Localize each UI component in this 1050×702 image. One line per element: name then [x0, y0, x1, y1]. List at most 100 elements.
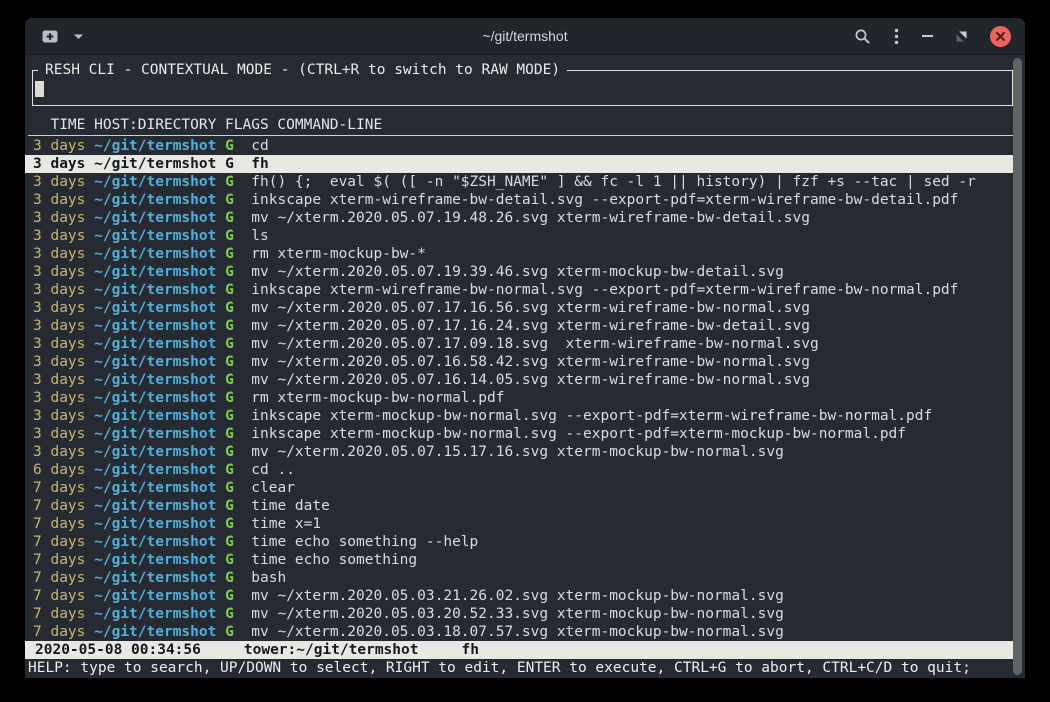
row-time: 7 days: [33, 570, 85, 586]
row-directory: ~/git/termshot: [94, 624, 216, 640]
history-row[interactable]: 3 days ~/git/termshot G mv ~/xterm.2020.…: [25, 371, 1013, 389]
row-directory: ~/git/termshot: [94, 606, 216, 622]
row-directory: ~/git/termshot: [94, 462, 216, 478]
status-datetime: 2020-05-08 00:34:56: [35, 642, 201, 658]
row-flags: G: [225, 480, 234, 496]
history-row[interactable]: 7 days ~/git/termshot G mv ~/xterm.2020.…: [25, 623, 1013, 641]
row-directory: ~/git/termshot: [94, 264, 216, 280]
row-command: mv ~/xterm.2020.05.07.17.09.18.svg xterm…: [251, 336, 818, 352]
row-directory: ~/git/termshot: [94, 498, 216, 514]
row-command: fh: [251, 156, 268, 172]
search-panel-title: RESH CLI - CONTEXTUAL MODE - (CTRL+R to …: [38, 61, 567, 79]
row-time: 6 days: [33, 462, 85, 478]
row-flags: G: [225, 210, 234, 226]
row-directory: ~/git/termshot: [94, 210, 216, 226]
row-directory: ~/git/termshot: [94, 390, 216, 406]
minimize-button[interactable]: [922, 34, 933, 38]
history-row[interactable]: 3 days ~/git/termshot G inkscape xterm-m…: [25, 425, 1013, 443]
history-row[interactable]: 3 days ~/git/termshot G mv ~/xterm.2020.…: [25, 353, 1013, 371]
history-row[interactable]: 3 days ~/git/termshot G inkscape xterm-m…: [25, 407, 1013, 425]
status-query: fh: [461, 642, 478, 658]
text-cursor: [35, 81, 44, 97]
history-row[interactable]: 3 days ~/git/termshot G rm xterm-mockup-…: [25, 389, 1013, 407]
close-button[interactable]: [990, 26, 1011, 47]
status-host-directory: tower:~/git/termshot: [244, 642, 419, 658]
terminal-window: ~/git/termshot: [25, 18, 1025, 678]
history-row[interactable]: 3 days ~/git/termshot G mv ~/xterm.2020.…: [25, 209, 1013, 227]
scrollbar[interactable]: [1013, 58, 1022, 675]
row-directory: ~/git/termshot: [94, 156, 216, 172]
chevron-down-icon[interactable]: [73, 33, 84, 40]
row-command: inkscape xterm-mockup-bw-normal.svg --ex…: [251, 408, 932, 424]
row-flags: G: [225, 516, 234, 532]
menu-kebab-icon[interactable]: [894, 28, 899, 45]
history-row[interactable]: 3 days ~/git/termshot G mv ~/xterm.2020.…: [25, 443, 1013, 461]
row-flags: G: [225, 444, 234, 460]
history-row[interactable]: 7 days ~/git/termshot G bash: [25, 569, 1013, 587]
history-row[interactable]: 3 days ~/git/termshot G fh: [25, 155, 1013, 173]
row-time: 3 days: [33, 408, 85, 424]
row-time: 7 days: [33, 498, 85, 514]
search-input[interactable]: [33, 79, 1012, 105]
history-row[interactable]: 3 days ~/git/termshot G inkscape xterm-w…: [25, 191, 1013, 209]
help-bar: HELP: type to search, UP/DOWN to select,…: [25, 659, 1013, 677]
history-row[interactable]: 3 days ~/git/termshot G inkscape xterm-w…: [25, 281, 1013, 299]
row-command: inkscape xterm-mockup-bw-normal.svg --ex…: [251, 426, 906, 442]
history-row[interactable]: 3 days ~/git/termshot G mv ~/xterm.2020.…: [25, 263, 1013, 281]
row-command: bash: [251, 570, 286, 586]
row-flags: G: [225, 282, 234, 298]
history-row[interactable]: 7 days ~/git/termshot G time x=1: [25, 515, 1013, 533]
row-command: mv ~/xterm.2020.05.07.17.16.56.svg xterm…: [251, 300, 810, 316]
history-row[interactable]: 3 days ~/git/termshot G cd: [25, 137, 1013, 155]
row-command: cd: [251, 138, 268, 154]
row-flags: G: [225, 246, 234, 262]
history-row[interactable]: 3 days ~/git/termshot G mv ~/xterm.2020.…: [25, 317, 1013, 335]
row-directory: ~/git/termshot: [94, 372, 216, 388]
history-row[interactable]: 3 days ~/git/termshot G fh() {; eval $( …: [25, 173, 1013, 191]
row-directory: ~/git/termshot: [94, 516, 216, 532]
row-time: 7 days: [33, 606, 85, 622]
row-flags: G: [225, 318, 234, 334]
row-flags: G: [225, 426, 234, 442]
history-row[interactable]: 6 days ~/git/termshot G cd ..: [25, 461, 1013, 479]
row-flags: G: [225, 372, 234, 388]
row-time: 3 days: [33, 264, 85, 280]
history-row[interactable]: 3 days ~/git/termshot G mv ~/xterm.2020.…: [25, 299, 1013, 317]
restore-button[interactable]: [956, 31, 967, 42]
history-row[interactable]: 7 days ~/git/termshot G clear: [25, 479, 1013, 497]
terminal-content: RESH CLI - CONTEXTUAL MODE - (CTRL+R to …: [25, 55, 1025, 678]
row-directory: ~/git/termshot: [94, 282, 216, 298]
history-row[interactable]: 3 days ~/git/termshot G rm xterm-mockup-…: [25, 245, 1013, 263]
row-directory: ~/git/termshot: [94, 318, 216, 334]
search-icon[interactable]: [854, 28, 871, 45]
titlebar[interactable]: ~/git/termshot: [25, 18, 1025, 55]
row-time: 3 days: [33, 444, 85, 460]
row-command: mv ~/xterm.2020.05.03.20.52.33.svg xterm…: [251, 606, 784, 622]
status-bar: 2020-05-08 00:34:56 tower:~/git/termshot f…: [25, 641, 1013, 659]
history-row[interactable]: 7 days ~/git/termshot G mv ~/xterm.2020.…: [25, 605, 1013, 623]
row-flags: G: [225, 336, 234, 352]
history-row[interactable]: 3 days ~/git/termshot G mv ~/xterm.2020.…: [25, 335, 1013, 353]
new-tab-icon[interactable]: [40, 28, 60, 45]
row-time: 3 days: [33, 282, 85, 298]
row-flags: G: [225, 534, 234, 550]
row-time: 3 days: [33, 390, 85, 406]
history-row[interactable]: 7 days ~/git/termshot G mv ~/xterm.2020.…: [25, 587, 1013, 605]
row-time: 3 days: [33, 156, 85, 172]
row-command: rm xterm-mockup-bw-*: [251, 246, 426, 262]
history-row[interactable]: 7 days ~/git/termshot G time echo someth…: [25, 551, 1013, 569]
row-directory: ~/git/termshot: [94, 408, 216, 424]
row-flags: G: [225, 462, 234, 478]
row-directory: ~/git/termshot: [94, 192, 216, 208]
row-time: 7 days: [33, 552, 85, 568]
row-time: 7 days: [33, 534, 85, 550]
row-command: mv ~/xterm.2020.05.07.15.17.16.svg xterm…: [251, 444, 784, 460]
row-time: 7 days: [33, 588, 85, 604]
history-row[interactable]: 7 days ~/git/termshot G time echo someth…: [25, 533, 1013, 551]
row-flags: G: [225, 588, 234, 604]
history-row[interactable]: 3 days ~/git/termshot G ls: [25, 227, 1013, 245]
row-directory: ~/git/termshot: [94, 570, 216, 586]
row-directory: ~/git/termshot: [94, 246, 216, 262]
history-row[interactable]: 7 days ~/git/termshot G time date: [25, 497, 1013, 515]
row-command: inkscape xterm-wireframe-bw-detail.svg -…: [251, 192, 958, 208]
